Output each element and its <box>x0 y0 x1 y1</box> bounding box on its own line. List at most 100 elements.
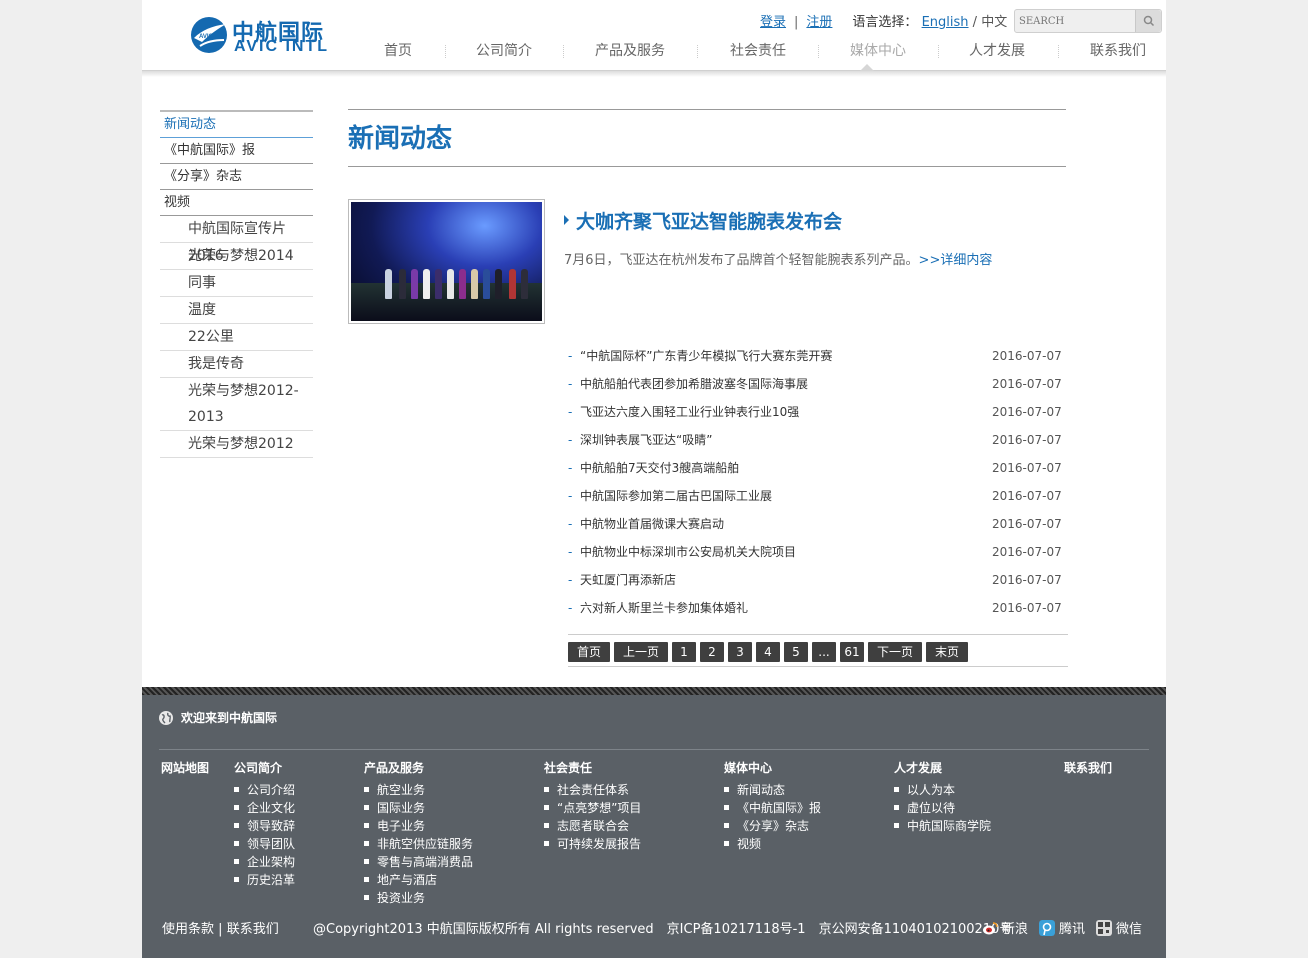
news-title[interactable]: 六对新人斯里兰卡参加集体婚礼 <box>580 594 748 622</box>
news-row[interactable]: - 中航船舶7天交付3艘高端船舶 2016-07-07 <box>568 454 1068 482</box>
footer-link[interactable]: 投资业务 <box>364 889 473 907</box>
login-link[interactable]: 登录 <box>760 15 786 30</box>
pager-page-2[interactable]: 2 <box>700 642 724 662</box>
search-input[interactable] <box>1019 12 1131 30</box>
nav-products[interactable]: 产品及服务 <box>595 40 665 62</box>
site-header: AVIC 中航国际 AVIC INTL 登录 | 注册 语言选择： English /… <box>142 0 1166 71</box>
footer-contact-link[interactable]: 联系我们 <box>227 922 279 937</box>
footer-link[interactable]: 《中航国际》报 <box>724 799 821 817</box>
lang-chinese-current[interactable]: 中文 <box>981 15 1007 30</box>
news-row[interactable]: - 中航物业首届微课大赛启动 2016-07-07 <box>568 510 1068 538</box>
footer-sitemap-link[interactable]: 网站地图 <box>161 759 209 781</box>
pager-page-1[interactable]: 1 <box>672 642 696 662</box>
footer-link[interactable]: 领导团队 <box>234 835 295 853</box>
footer-link[interactable]: 《分享》杂志 <box>724 817 821 835</box>
footer-col-head[interactable]: 联系我们 <box>1064 759 1112 781</box>
footer-link[interactable]: 公司介绍 <box>234 781 295 799</box>
nav-csr[interactable]: 社会责任 <box>730 40 786 62</box>
pager-first[interactable]: 首页 <box>568 642 610 662</box>
register-link[interactable]: 注册 <box>806 15 832 30</box>
footer-link[interactable]: 企业架构 <box>234 853 295 871</box>
news-date: 2016-07-07 <box>992 573 1062 587</box>
news-row[interactable]: - 中航物业中标深圳市公安局机关大院项目 2016-07-07 <box>568 538 1068 566</box>
news-title[interactable]: 中航国际参加第二届古巴国际工业展 <box>580 482 772 510</box>
nav-media[interactable]: 媒体中心 <box>850 40 906 62</box>
sidebar-subitem[interactable]: 光荣与梦想2012-2013 <box>160 378 313 431</box>
sidebar-subitem[interactable]: 22公里 <box>160 324 313 351</box>
news-title[interactable]: 中航物业首届微课大赛启动 <box>580 510 724 538</box>
footer-link[interactable]: 中航国际商学院 <box>894 817 991 835</box>
footer-link[interactable]: 地产与酒店 <box>364 871 473 889</box>
search-button[interactable] <box>1135 10 1161 32</box>
featured-title[interactable]: 大咖齐聚飞亚达智能腕表发布会 <box>564 207 842 234</box>
footer-link[interactable]: “点亮梦想”项目 <box>544 799 641 817</box>
footer-link[interactable]: 社会责任体系 <box>544 781 641 799</box>
footer-link[interactable]: 以人为本 <box>894 781 991 799</box>
sidebar-item-news[interactable]: 新闻动态 <box>160 112 313 138</box>
news-title[interactable]: 中航物业中标深圳市公安局机关大院项目 <box>580 538 796 566</box>
sidebar-subitem[interactable]: 温度 <box>160 297 313 324</box>
news-title[interactable]: 中航船舶7天交付3艘高端船舶 <box>580 454 739 482</box>
pager-ellipsis[interactable]: ... <box>812 642 836 662</box>
news-row[interactable]: - 深圳钟表展飞亚达“吸睛” 2016-07-07 <box>568 426 1068 454</box>
social-wechat[interactable]: 微信 <box>1096 918 1142 937</box>
sidebar-subitem[interactable]: 中航国际宣传片2016 <box>160 216 313 264</box>
footer-col-head[interactable]: 公司简介 <box>234 759 295 781</box>
footer-link[interactable]: 零售与高端消费品 <box>364 853 473 871</box>
nav-home[interactable]: 首页 <box>384 40 412 62</box>
logo[interactable]: AVIC 中航国际 AVIC INTL <box>190 14 327 56</box>
news-row[interactable]: - “中航国际杯”广东青少年模拟飞行大赛东莞开赛 2016-07-07 <box>568 342 1068 370</box>
pager-page-61[interactable]: 61 <box>840 642 864 662</box>
footer-link[interactable]: 可持续发展报告 <box>544 835 641 853</box>
footer-link[interactable]: 志愿者联合会 <box>544 817 641 835</box>
nav-careers[interactable]: 人才发展 <box>969 40 1025 62</box>
sidebar-item-video[interactable]: 视频 <box>160 190 313 216</box>
footer-col-head[interactable]: 人才发展 <box>894 759 991 781</box>
pager-prev[interactable]: 上一页 <box>614 642 668 662</box>
footer-link[interactable]: 航空业务 <box>364 781 473 799</box>
terms-link[interactable]: 使用条款 <box>162 922 214 937</box>
news-row[interactable]: - 中航船舶代表团参加希腊波塞冬国际海事展 2016-07-07 <box>568 370 1068 398</box>
sidebar-subitem[interactable]: 我是传奇 <box>160 351 313 378</box>
news-title[interactable]: “中航国际杯”广东青少年模拟飞行大赛东莞开赛 <box>580 342 832 370</box>
footer-link[interactable]: 企业文化 <box>234 799 295 817</box>
footer-col-head[interactable]: 产品及服务 <box>364 759 473 781</box>
nav-contact[interactable]: 联系我们 <box>1090 40 1146 62</box>
featured-title-text: 大咖齐聚飞亚达智能腕表发布会 <box>576 211 843 233</box>
news-title[interactable]: 飞亚达六度入围轻工业行业钟表行业10强 <box>580 398 799 426</box>
social-weibo[interactable]: 新浪 <box>982 918 1028 937</box>
footer-link[interactable]: 新闻动态 <box>724 781 821 799</box>
news-title[interactable]: 天虹厦门再添新店 <box>580 566 676 594</box>
sidebar-subitem[interactable]: 光荣与梦想2012 <box>160 431 313 458</box>
site-footer: 欢迎来到中航国际 网站地图 公司简介 公司介绍 企业文化 领导致辞 领导团队 企… <box>142 687 1166 958</box>
news-row[interactable]: - 六对新人斯里兰卡参加集体婚礼 2016-07-07 <box>568 594 1068 622</box>
footer-link[interactable]: 国际业务 <box>364 799 473 817</box>
nav-about[interactable]: 公司简介 <box>476 40 532 62</box>
sidebar-subitem[interactable]: 同事 <box>160 270 313 297</box>
footer-link[interactable]: 电子业务 <box>364 817 473 835</box>
footer-link[interactable]: 虚位以待 <box>894 799 991 817</box>
pager-page-5[interactable]: 5 <box>784 642 808 662</box>
lang-english-link[interactable]: English <box>922 15 969 30</box>
footer-link[interactable]: 历史沿革 <box>234 871 295 889</box>
news-title[interactable]: 中航船舶代表团参加希腊波塞冬国际海事展 <box>580 370 808 398</box>
news-title[interactable]: 深圳钟表展飞亚达“吸睛” <box>580 426 712 454</box>
footer-col-head[interactable]: 社会责任 <box>544 759 641 781</box>
news-row[interactable]: - 中航国际参加第二届古巴国际工业展 2016-07-07 <box>568 482 1068 510</box>
sidebar-subitem[interactable]: 光荣与梦想2014 <box>160 243 313 270</box>
footer-link[interactable]: 非航空供应链服务 <box>364 835 473 853</box>
footer-col-head[interactable]: 媒体中心 <box>724 759 821 781</box>
featured-image[interactable] <box>348 199 545 324</box>
news-row[interactable]: - 天虹厦门再添新店 2016-07-07 <box>568 566 1068 594</box>
footer-link[interactable]: 视频 <box>724 835 821 853</box>
sidebar-item-magazine[interactable]: 《分享》杂志 <box>160 164 313 190</box>
pager-page-4[interactable]: 4 <box>756 642 780 662</box>
pager-next[interactable]: 下一页 <box>868 642 922 662</box>
pager-last[interactable]: 末页 <box>926 642 968 662</box>
sidebar-item-newspaper[interactable]: 《中航国际》报 <box>160 138 313 164</box>
footer-link[interactable]: 领导致辞 <box>234 817 295 835</box>
news-row[interactable]: - 飞亚达六度入围轻工业行业钟表行业10强 2016-07-07 <box>568 398 1068 426</box>
social-tencent[interactable]: 腾讯 <box>1039 918 1085 937</box>
pager-page-3[interactable]: 3 <box>728 642 752 662</box>
featured-more-link[interactable]: >>详细内容 <box>919 253 993 268</box>
